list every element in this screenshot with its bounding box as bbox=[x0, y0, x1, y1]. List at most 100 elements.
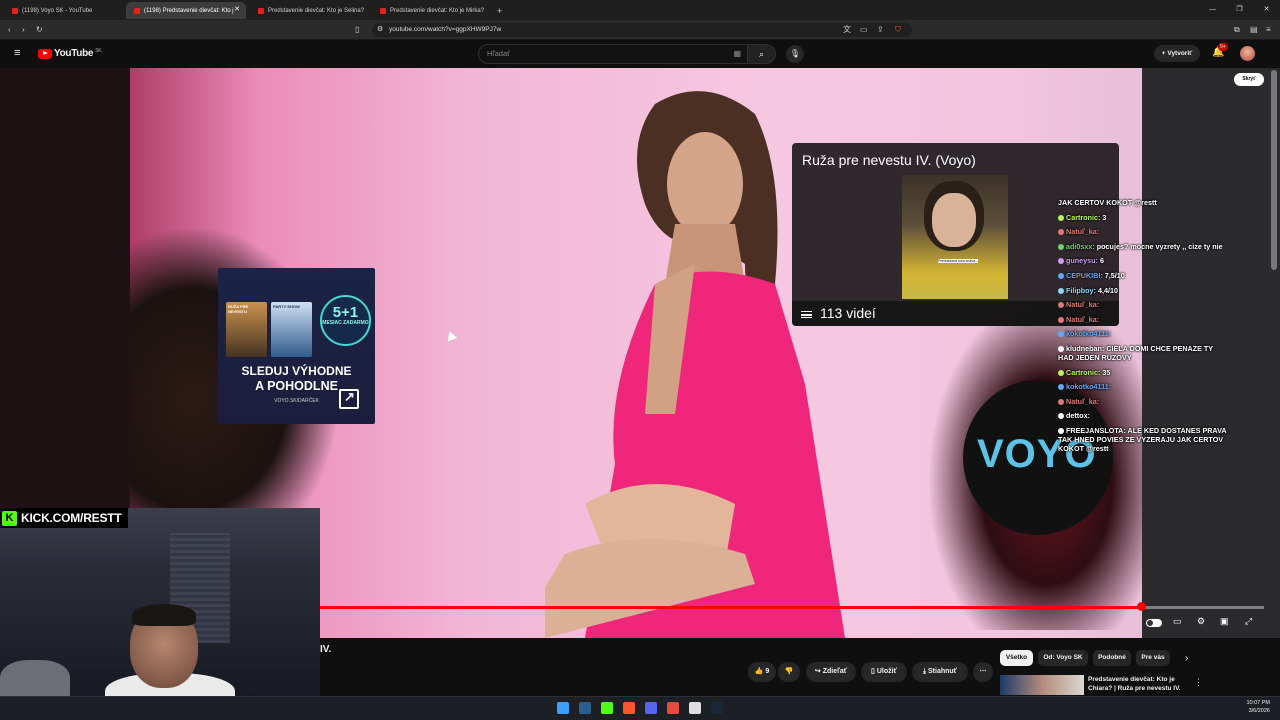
fullscreen-icon[interactable]: ⤢ bbox=[1245, 616, 1252, 627]
chat-message: kludneban: CIELA DOMI CHCE PENAZE TY HAD… bbox=[1058, 344, 1230, 362]
browser-tab[interactable]: (1198) Voyo SK - YouTube bbox=[4, 2, 124, 19]
browser-tab-active[interactable]: (1198) Predstavenie dievčat: Kto j ✕ bbox=[126, 2, 246, 19]
translate-icon[interactable]: 文 bbox=[843, 25, 851, 35]
create-button[interactable]: + Vytvoriť bbox=[1154, 45, 1200, 62]
more-vert-icon[interactable]: ⋮ bbox=[1194, 677, 1203, 688]
chat-message: Natuľ_ka: bbox=[1058, 397, 1230, 406]
ad-offer-text: MESIAC ZADARMO bbox=[322, 320, 369, 326]
chat-text: 4,4/10 bbox=[1097, 285, 1118, 295]
autoplay-toggle[interactable] bbox=[1146, 619, 1162, 627]
page-scrollbar[interactable] bbox=[1271, 70, 1277, 270]
voice-search-button[interactable]: 🎙 bbox=[786, 45, 804, 63]
url-field[interactable]: ⚙ youtube.com/watch?v=ggpXHW9PJ7w bbox=[372, 23, 912, 37]
site-info-icon[interactable]: ⚙ bbox=[377, 23, 383, 37]
playlist-count: 113 videí bbox=[820, 305, 876, 321]
bookmark-icon[interactable]: ▯ bbox=[355, 25, 359, 35]
chat-username: Cartronic: bbox=[1066, 212, 1101, 222]
app-icon[interactable] bbox=[579, 702, 591, 714]
close-window-icon[interactable]: ✕ bbox=[1253, 0, 1280, 20]
avatar[interactable] bbox=[1240, 46, 1255, 61]
chip-for-you[interactable]: Pre vás bbox=[1136, 650, 1170, 666]
hide-chat-button[interactable]: Skryť bbox=[1234, 73, 1264, 86]
chat-badge-icon bbox=[1058, 243, 1064, 250]
chat-username: FREEJANSLOTA: bbox=[1066, 425, 1126, 435]
chat-message: CEPUKIBI: 7,5/10 bbox=[1058, 271, 1230, 280]
like-button[interactable]: 👍 9 bbox=[748, 662, 776, 682]
brave-icon[interactable] bbox=[623, 702, 635, 714]
chat-text: pocujes? mocne vyzrety ,, cize ty nie bbox=[1096, 241, 1223, 251]
chat-badge-icon bbox=[1058, 413, 1064, 420]
cast-icon[interactable]: ▭ bbox=[860, 25, 868, 35]
chat-message: guneysu: 6 bbox=[1058, 256, 1230, 265]
maximize-icon[interactable]: ❐ bbox=[1226, 0, 1253, 20]
youtube-header: ≡ YouTube SK Hľadať ▦ ⌕ 🎙 + Vytvoriť 🔔 9… bbox=[0, 40, 1280, 68]
wallet-icon[interactable]: ▤ bbox=[1250, 25, 1258, 35]
chat-username: guneysu: bbox=[1066, 256, 1098, 266]
chat-badge-icon bbox=[1058, 369, 1064, 376]
share-icon: ↪ bbox=[814, 668, 821, 675]
chat-badge-icon bbox=[1058, 214, 1064, 221]
browser-tab[interactable]: Predstavenie dievčat: Kto je Selina? bbox=[250, 2, 368, 19]
menu-icon[interactable]: ≡ bbox=[1266, 25, 1271, 35]
chat-badge-icon bbox=[1058, 346, 1064, 353]
share-page-icon[interactable]: ⇪ bbox=[877, 25, 884, 35]
search-button[interactable]: ⌕ bbox=[748, 44, 776, 64]
brave-shield-icon[interactable]: ⛉ bbox=[895, 25, 901, 35]
hamburger-menu-icon[interactable]: ≡ bbox=[14, 47, 20, 59]
recommended-video-title[interactable]: Predstavenie dievčat: Kto je Chiara? | R… bbox=[1088, 676, 1193, 693]
extensions-icon[interactable]: ⧉ bbox=[1234, 25, 1240, 35]
clock-date: 3/6/2026 bbox=[1248, 708, 1270, 714]
subtitles-icon[interactable]: ▭ bbox=[1173, 616, 1182, 627]
discord-icon[interactable] bbox=[645, 702, 657, 714]
video-title: IV. bbox=[320, 644, 332, 655]
progress-bar-played[interactable] bbox=[320, 606, 1141, 609]
save-button[interactable]: ▯ Uložiť bbox=[861, 662, 907, 682]
chat-username: Natuľ_ka: bbox=[1066, 300, 1100, 310]
start-icon[interactable] bbox=[557, 702, 569, 714]
windows-taskbar bbox=[0, 696, 1280, 720]
app-icon[interactable] bbox=[689, 702, 701, 714]
save-label: Uložiť bbox=[876, 668, 897, 675]
app-icon[interactable] bbox=[601, 702, 613, 714]
progress-bar-remaining[interactable] bbox=[1141, 606, 1264, 609]
tab-label: Predstavenie dievčat: Kto je Selina? bbox=[268, 7, 365, 14]
app-icon[interactable] bbox=[667, 702, 679, 714]
thumbs-down-icon: 👎 bbox=[784, 668, 794, 675]
chat-message: FREEJANSLOTA: ALE KED DOSTANES PRAVA TAK… bbox=[1058, 426, 1230, 453]
chip-from-channel[interactable]: Od: Voyo SK bbox=[1038, 650, 1088, 666]
miniplayer-icon[interactable]: ▣ bbox=[1220, 616, 1229, 627]
new-tab-button[interactable]: + bbox=[494, 2, 508, 19]
back-icon[interactable]: ‹ bbox=[8, 25, 11, 35]
chat-username: kokotko4111: bbox=[1066, 382, 1112, 392]
external-link-icon[interactable] bbox=[339, 389, 359, 409]
chip-related[interactable]: Podobné bbox=[1093, 650, 1131, 666]
kick-channel-label: K KICK.COM/RESTT bbox=[0, 508, 128, 528]
steam-icon[interactable] bbox=[711, 702, 723, 714]
browser-tab[interactable]: Predstavenie dievčat: Kto je Mirka? bbox=[372, 2, 490, 19]
chat-message: adi0sxx: pocujes? mocne vyzrety ,, cize … bbox=[1058, 242, 1230, 251]
scrubber-handle[interactable] bbox=[1137, 602, 1146, 611]
chip-all[interactable]: Všetko bbox=[1000, 650, 1033, 666]
reload-icon[interactable]: ↻ bbox=[36, 25, 43, 35]
tab-label: Predstavenie dievčat: Kto je Mirka? bbox=[390, 7, 485, 14]
like-count: 9 bbox=[765, 668, 770, 675]
promo-ad-card[interactable]: RUŽA PRE NEVESTU PARTY SHOW 5+1 MESIAC Z… bbox=[218, 268, 375, 424]
thumbnail-face bbox=[932, 193, 976, 247]
chat-text: 6 bbox=[1099, 256, 1104, 266]
dislike-button[interactable]: 👎 bbox=[778, 662, 800, 682]
minimize-icon[interactable]: — bbox=[1199, 0, 1226, 20]
close-tab-icon[interactable]: ✕ bbox=[234, 5, 240, 13]
more-actions-button[interactable]: ⋯ bbox=[973, 662, 993, 682]
region-code: SK bbox=[95, 48, 102, 54]
download-button[interactable]: ⤓ Stiahnuť bbox=[912, 662, 968, 682]
settings-gear-icon[interactable]: ⚙ bbox=[1197, 616, 1205, 627]
keyboard-icon[interactable]: ▦ bbox=[733, 45, 741, 63]
recommended-video-thumbnail[interactable] bbox=[1000, 675, 1084, 695]
share-button[interactable]: ↪ Zdieľať bbox=[806, 662, 856, 682]
taskbar-clock[interactable]: 10:07 PM 3/6/2026 bbox=[1246, 699, 1270, 715]
search-input[interactable]: Hľadať ▦ bbox=[478, 44, 748, 64]
forward-icon[interactable]: › bbox=[22, 25, 25, 35]
youtube-logo[interactable]: YouTube SK bbox=[38, 48, 102, 59]
chevron-right-icon[interactable]: › bbox=[1185, 653, 1188, 664]
stream-chat-overlay: JAK CERTOV KOKOT @restt Cartronic: 3 Natuľ… bbox=[1058, 198, 1230, 508]
